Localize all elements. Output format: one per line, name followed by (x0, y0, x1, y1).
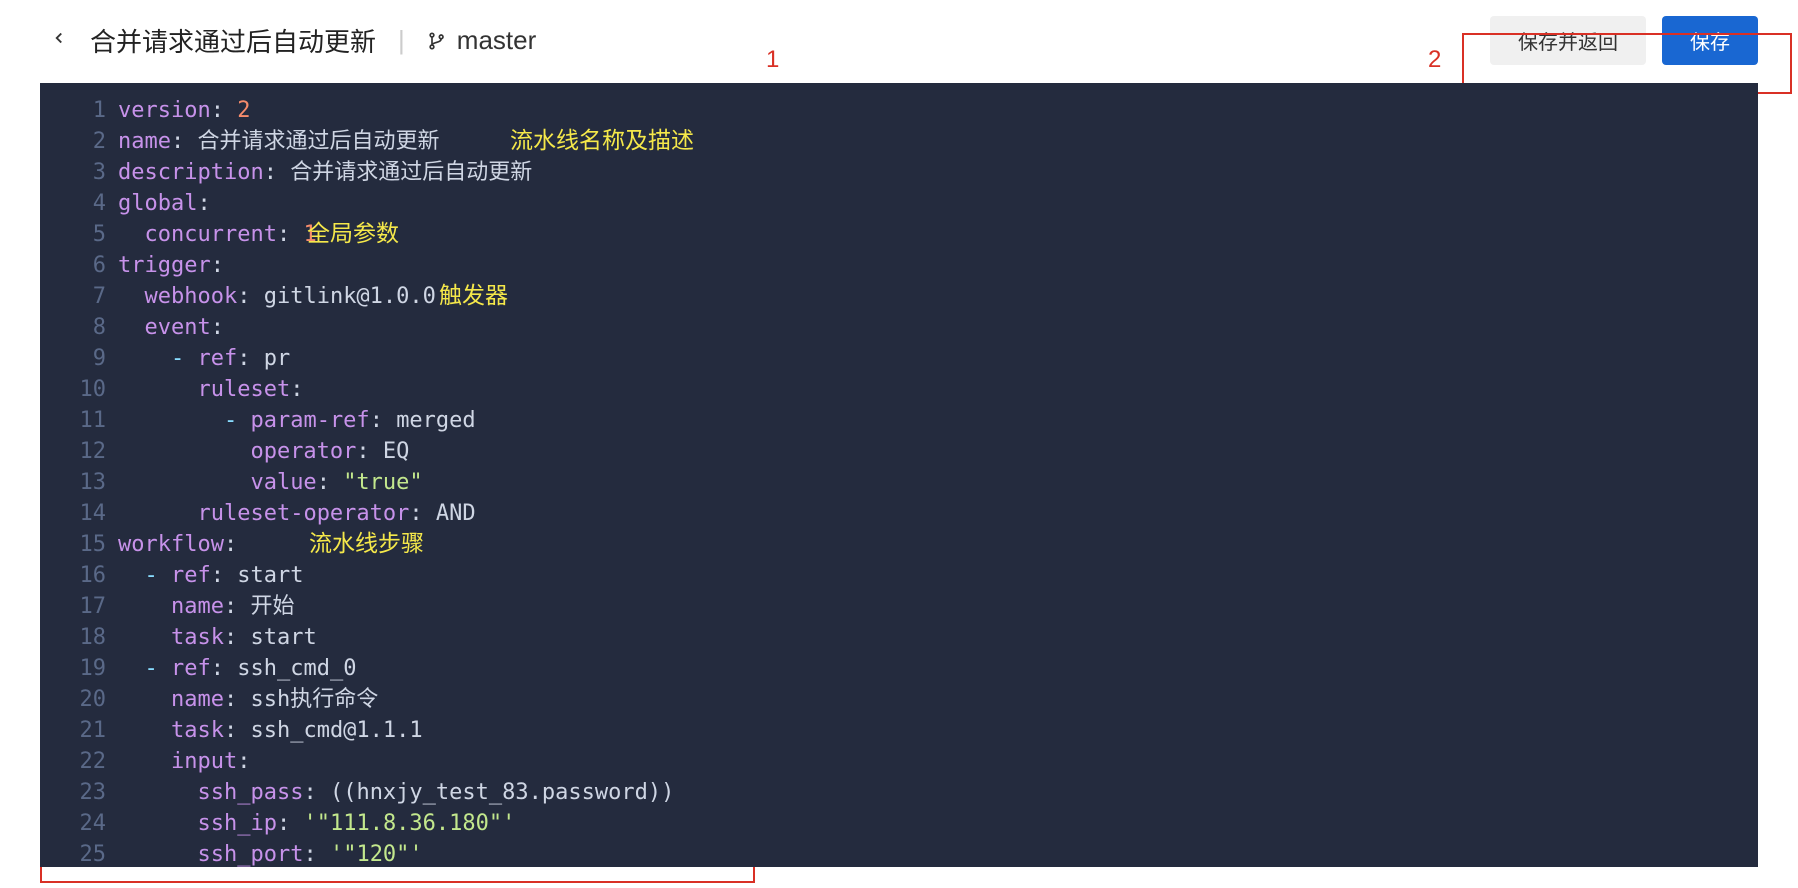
line-number: 1 (40, 95, 118, 126)
code-line: 13 value: "true" (40, 467, 1758, 498)
code-line: 11 - param-ref: merged (40, 405, 1758, 436)
page-title: 合并请求通过后自动更新 (90, 22, 376, 59)
header-left: 合并请求通过后自动更新 | master (50, 22, 536, 59)
code-line: 5 concurrent: 1 (40, 219, 1758, 250)
line-number: 24 (40, 808, 118, 839)
code-line: 19 - ref: ssh_cmd_0 (40, 653, 1758, 684)
code-line: 3description: 合并请求通过后自动更新 (40, 157, 1758, 188)
code-line: 22 input: (40, 746, 1758, 777)
code-line: 6trigger: (40, 250, 1758, 281)
annotation-global-params: 全局参数 (307, 218, 399, 249)
line-number: 3 (40, 157, 118, 188)
save-button[interactable]: 保存 (1662, 16, 1758, 65)
callout-2: 2 (1428, 46, 1441, 74)
code-line: 15workflow: (40, 529, 1758, 560)
code-line: 21 task: ssh_cmd@1.1.1 (40, 715, 1758, 746)
line-number: 2 (40, 126, 118, 157)
yaml-editor[interactable]: 流水线名称及描述 全局参数 触发器 流水线步骤 1version: 2 2nam… (40, 83, 1758, 867)
line-number: 25 (40, 839, 118, 867)
annotation-name-desc: 流水线名称及描述 (510, 125, 694, 156)
code-line: 16 - ref: start (40, 560, 1758, 591)
code-line: 1version: 2 (40, 95, 1758, 126)
git-branch-icon (427, 31, 447, 51)
branch-name: master (457, 25, 536, 56)
line-number: 14 (40, 498, 118, 529)
code-line: 9 - ref: pr (40, 343, 1758, 374)
line-number: 23 (40, 777, 118, 808)
back-icon[interactable] (50, 29, 68, 52)
code-line: 25 ssh_port: '"120"' (40, 839, 1758, 867)
code-line: 8 event: (40, 312, 1758, 343)
line-number: 10 (40, 374, 118, 405)
line-number: 6 (40, 250, 118, 281)
code-line: 18 task: start (40, 622, 1758, 653)
code-line: 12 operator: EQ (40, 436, 1758, 467)
line-number: 12 (40, 436, 118, 467)
code-line: 14 ruleset-operator: AND (40, 498, 1758, 529)
line-number: 22 (40, 746, 118, 777)
code-line: 23 ssh_pass: ((hnxjy_test_83.password)) (40, 777, 1758, 808)
line-number: 20 (40, 684, 118, 715)
code-line: 2name: 合并请求通过后自动更新 (40, 126, 1758, 157)
save-and-return-button[interactable]: 保存并返回 (1490, 16, 1646, 65)
header-right: 保存并返回 保存 (1490, 16, 1758, 65)
branch-indicator[interactable]: master (427, 25, 536, 56)
code-line: 7 webhook: gitlink@1.0.0 (40, 281, 1758, 312)
annotation-workflow-steps: 流水线步骤 (309, 528, 424, 559)
line-number: 9 (40, 343, 118, 374)
line-number: 16 (40, 560, 118, 591)
line-number: 13 (40, 467, 118, 498)
title-divider: | (398, 25, 405, 56)
line-number: 5 (40, 219, 118, 250)
code-line: 17 name: 开始 (40, 591, 1758, 622)
line-number: 18 (40, 622, 118, 653)
line-number: 19 (40, 653, 118, 684)
line-number: 11 (40, 405, 118, 436)
code-line: 10 ruleset: (40, 374, 1758, 405)
header-bar: 合并请求通过后自动更新 | master 保存并返回 保存 (0, 0, 1798, 83)
line-number: 7 (40, 281, 118, 312)
line-number: 15 (40, 529, 118, 560)
line-number: 21 (40, 715, 118, 746)
annotation-trigger: 触发器 (439, 280, 508, 311)
line-number: 8 (40, 312, 118, 343)
line-number: 4 (40, 188, 118, 219)
code-line: 20 name: ssh执行命令 (40, 684, 1758, 715)
callout-1: 1 (766, 46, 779, 74)
code-line: 4global: (40, 188, 1758, 219)
line-number: 17 (40, 591, 118, 622)
code-line: 24 ssh_ip: '"111.8.36.180"' (40, 808, 1758, 839)
